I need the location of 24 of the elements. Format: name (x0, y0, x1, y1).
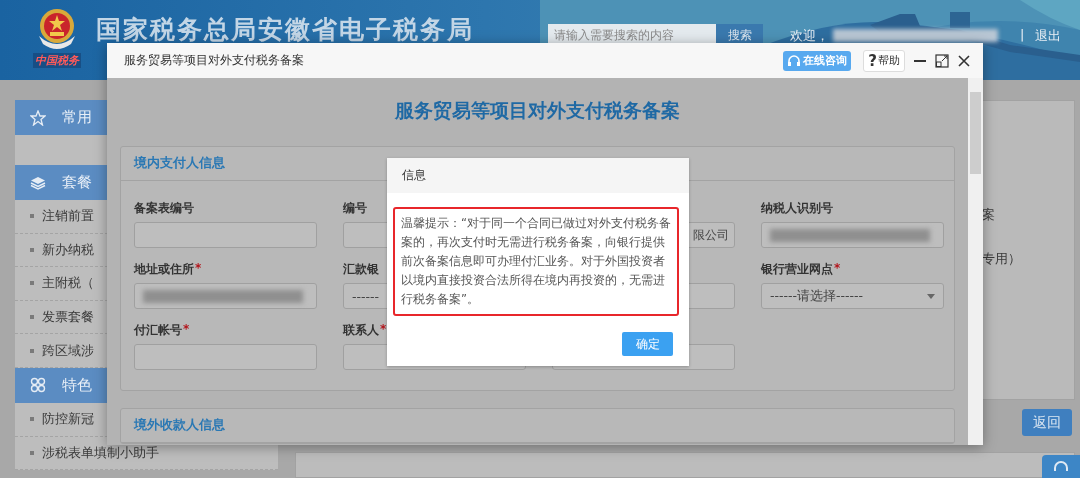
welcome-text: 欢迎， (790, 27, 829, 45)
required-mark: * (380, 322, 387, 338)
required-mark: * (834, 261, 841, 277)
dialog-title: 信息 (402, 167, 426, 184)
separator: | (1020, 27, 1025, 42)
window-title: 服务贸易等项目对外支付税务备案 (124, 52, 305, 69)
form-heading: 服务贸易等项目对外支付税务备案 (394, 98, 681, 123)
field-label: 汇款银 (343, 261, 379, 277)
required-mark: * (183, 322, 190, 338)
field-label: 编号 (343, 200, 367, 216)
logo-caption: 中国税务 (33, 53, 81, 68)
site-title: 国家税务总局安徽省电子税务局 (96, 14, 474, 46)
field-label: 备案表编号 (134, 200, 194, 216)
field-label: 付汇帐号 (134, 322, 182, 338)
field-label: 联系人 (343, 322, 379, 338)
panel-text: 专用） (982, 250, 1022, 268)
field-label: 地址或住所 (134, 261, 194, 277)
section-title: 境外收款人信息 (134, 417, 225, 434)
section-title: 境内支付人信息 (134, 155, 225, 172)
field-label: 纳税人识别号 (761, 200, 833, 216)
panel-text: 案 (982, 206, 996, 224)
required-mark: * (195, 261, 202, 277)
dialog-message: 温馨提示：“对于同一个合同已做过对外支付税务备案的，再次支付时无需进行税务备案，向银行提供前次备案信息即可办理付汇业务。对于外国投资者以境内直接投资合法所得在境内再投资的，无需进行税务备案”。 (393, 207, 679, 316)
field-label: 银行营业网点 (761, 261, 833, 277)
